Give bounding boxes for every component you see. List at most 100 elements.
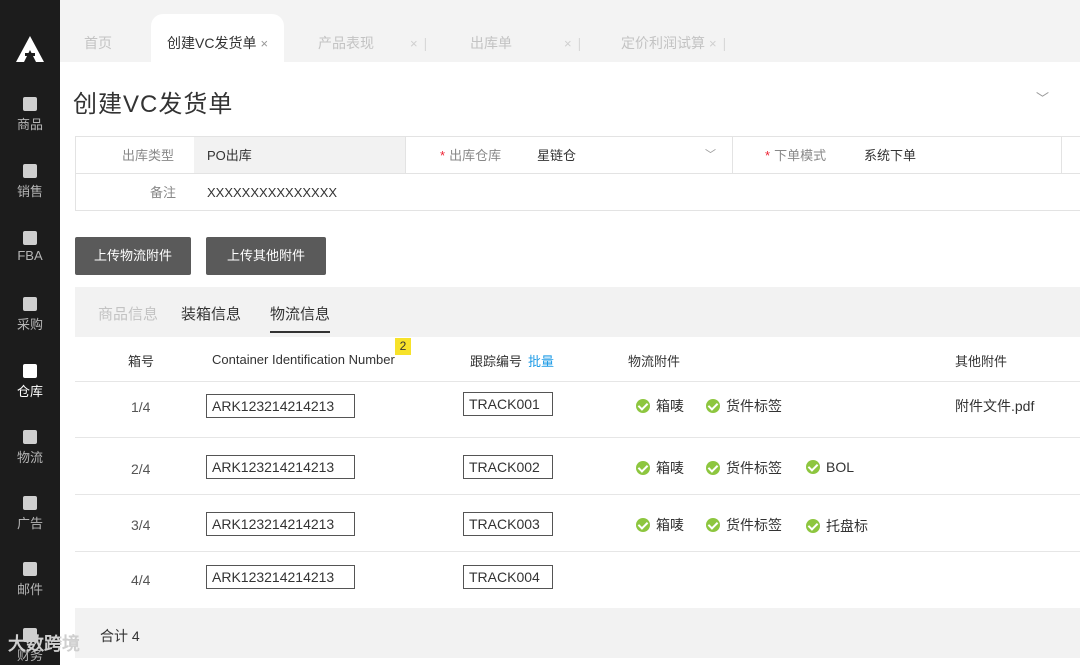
- check-circle-icon: [706, 518, 720, 532]
- tab-create-vc-shipment[interactable]: 创建VC发货单 ×: [151, 14, 285, 62]
- attachment-carton-mark[interactable]: 箱唛: [636, 515, 684, 535]
- remark-input[interactable]: XXXXXXXXXXXXXXX: [207, 174, 337, 211]
- column-header-container-id: Container Identification Number: [212, 352, 395, 367]
- tab-label: 首页: [84, 35, 112, 51]
- tracking-input[interactable]: TRACK003: [463, 512, 553, 536]
- tab-home[interactable]: 首页: [84, 14, 112, 62]
- sidebar-item-label: 物流: [16, 450, 43, 465]
- cart-icon: [23, 297, 37, 311]
- column-header-tracking: 跟踪编号 批量: [470, 354, 555, 369]
- table-row: 2/4 ARK123214214213 TRACK002 箱唛 货件标签 BOL: [75, 438, 1080, 495]
- container-id-input[interactable]: ARK123214214213: [206, 565, 355, 589]
- container-id-input[interactable]: ARK123214214213: [206, 394, 355, 418]
- sidebar-item-products[interactable]: 商品: [0, 97, 60, 133]
- warehouse-select[interactable]: 星链仓: [537, 137, 576, 174]
- attachment-carton-mark[interactable]: 箱唛: [636, 396, 684, 416]
- bag-icon: [23, 97, 37, 111]
- attachment-shipment-label[interactable]: 货件标签: [706, 515, 782, 535]
- table-row: 1/4 ARK123214214213 TRACK001 箱唛 货件标签 附件文…: [75, 382, 1080, 438]
- close-icon[interactable]: ×: [709, 36, 717, 51]
- attachment-pallet-label[interactable]: 托盘标: [806, 516, 868, 536]
- amazon-icon: [23, 231, 37, 245]
- divider: [732, 137, 733, 174]
- sidebar-item-label: 采购: [16, 317, 43, 332]
- order-mode-value[interactable]: 系统下单: [864, 137, 916, 174]
- form-row: 出库类型 PO出库 * 出库仓库 星链仓 ﹀ * 下单模式 系统下单: [76, 137, 1080, 174]
- warehouse-label: * 出库仓库: [440, 148, 502, 163]
- box-number: 4/4: [131, 572, 151, 588]
- close-icon[interactable]: ×: [564, 36, 572, 51]
- tab-packing-info[interactable]: 装箱信息: [181, 303, 241, 324]
- tab-separator: |: [722, 35, 727, 51]
- tab-label: 定价利润试算: [621, 35, 705, 51]
- sidebar-item-logistics[interactable]: 物流: [0, 430, 60, 466]
- tab-logistics-info[interactable]: 物流信息: [270, 303, 331, 333]
- other-attachment-file[interactable]: 附件文件.pdf: [955, 396, 1034, 416]
- close-icon[interactable]: ×: [260, 36, 268, 51]
- upload-logistics-attachment-button[interactable]: 上传物流附件: [75, 237, 191, 275]
- box-number: 2/4: [131, 461, 151, 477]
- attachment-shipment-label[interactable]: 货件标签: [706, 396, 782, 416]
- warehouse-icon: [23, 364, 37, 378]
- sidebar-item-label: 广告: [16, 516, 43, 531]
- tab-bar: 首页 创建VC发货单 × 产品表现 × | 出库单 × | 定价利润试算 × |: [60, 14, 1080, 62]
- tab-label: 产品表现: [318, 35, 374, 51]
- tab-separator: |: [577, 35, 582, 51]
- sidebar-item-purchase[interactable]: 采购: [0, 297, 60, 333]
- total-count: 合计 4: [100, 628, 140, 644]
- remark-label: 备注: [150, 185, 177, 200]
- container-id-input[interactable]: ARK123214214213: [206, 455, 355, 479]
- sidebar-item-label: 销售: [16, 184, 43, 199]
- sidebar-item-label: 商品: [16, 117, 43, 132]
- sidebar-item-label: 仓库: [16, 384, 43, 399]
- order-mode-label: * 下单模式: [765, 148, 827, 163]
- watermark: 大数跨境: [8, 634, 80, 654]
- outbound-type-value: PO出库: [207, 148, 252, 163]
- tab-product-info[interactable]: 商品信息: [98, 303, 158, 324]
- page-title: 创建VC发货单: [73, 91, 234, 118]
- tab-label: 出库单: [470, 35, 512, 51]
- form-row: 备注 XXXXXXXXXXXXXXX: [76, 174, 1080, 211]
- check-circle-icon: [706, 399, 720, 413]
- attachment-bol[interactable]: BOL: [806, 459, 854, 475]
- table-row: 3/4 ARK123214214213 TRACK003 箱唛 货件标签 托盘标: [75, 495, 1080, 552]
- table-row: 4/4 ARK123214214213 TRACK004: [75, 552, 1080, 608]
- close-icon[interactable]: ×: [410, 36, 418, 51]
- check-circle-icon: [806, 460, 820, 474]
- table-footer: 合计 4: [75, 608, 1080, 658]
- tracking-input[interactable]: TRACK002: [463, 455, 553, 479]
- batch-link[interactable]: 批量: [528, 354, 554, 369]
- tracking-input[interactable]: TRACK001: [463, 392, 553, 416]
- tab-pricing-calculator[interactable]: 定价利润试算 × |: [621, 14, 726, 62]
- check-circle-icon: [636, 461, 650, 475]
- column-header-logistics-attachments: 物流附件: [628, 354, 681, 369]
- container-id-input[interactable]: ARK123214214213: [206, 512, 355, 536]
- sidebar-item-ads[interactable]: 广告: [0, 496, 60, 532]
- chevron-down-icon[interactable]: ﹀: [705, 137, 716, 174]
- sidebar-item-fba[interactable]: FBA: [0, 231, 60, 263]
- app-logo[interactable]: [14, 34, 46, 64]
- box-number: 1/4: [131, 399, 151, 415]
- top-strip: [60, 0, 1080, 14]
- sidebar-item-warehouse[interactable]: 仓库: [0, 364, 60, 400]
- truck-icon: [23, 430, 37, 444]
- sidebar-item-mail[interactable]: 邮件: [0, 562, 60, 598]
- outbound-type-label: 出库类型: [122, 148, 175, 163]
- sub-tab-bar: 商品信息 装箱信息 物流信息: [75, 287, 1080, 337]
- shipment-form: 出库类型 PO出库 * 出库仓库 星链仓 ﹀ * 下单模式 系统下单 备注 XXXX…: [75, 136, 1080, 211]
- tracking-input[interactable]: TRACK004: [463, 565, 553, 589]
- divider: [1061, 137, 1062, 174]
- check-circle-icon: [636, 518, 650, 532]
- mail-icon: [23, 562, 37, 576]
- tab-outbound-order[interactable]: 出库单 × |: [470, 14, 581, 62]
- attachment-carton-mark[interactable]: 箱唛: [636, 458, 684, 478]
- sidebar-item-sales[interactable]: 销售: [0, 164, 60, 200]
- sidebar-item-label: FBA: [17, 248, 43, 263]
- check-circle-icon: [636, 399, 650, 413]
- divider: [405, 137, 406, 174]
- attachment-shipment-label[interactable]: 货件标签: [706, 458, 782, 478]
- box-number: 3/4: [131, 517, 151, 533]
- upload-other-attachment-button[interactable]: 上传其他附件: [206, 237, 326, 275]
- chevron-down-icon[interactable]: ﹀: [1036, 88, 1049, 107]
- tab-product-performance[interactable]: 产品表现 × |: [318, 14, 427, 62]
